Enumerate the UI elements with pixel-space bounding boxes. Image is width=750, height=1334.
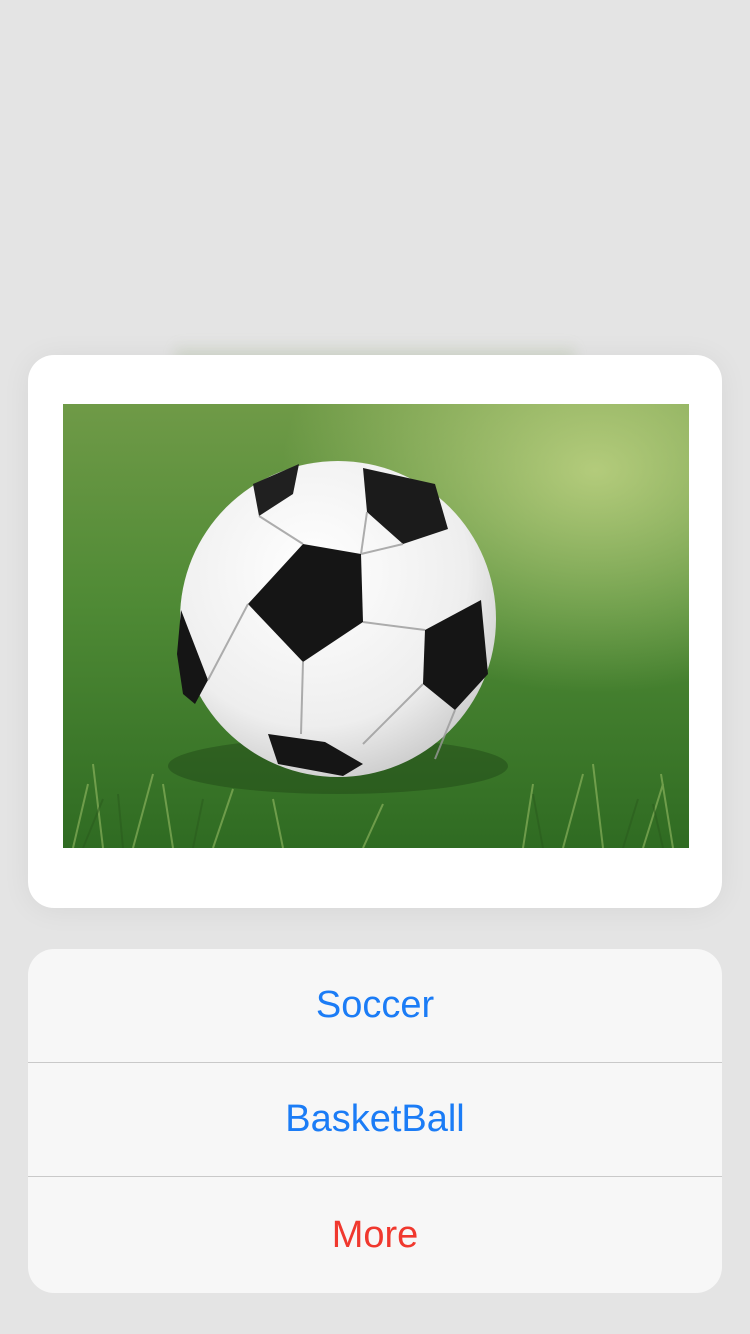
action-sheet: Soccer BasketBall More: [28, 949, 722, 1293]
screen: Soccer BasketBall More: [0, 0, 750, 1334]
action-soccer[interactable]: Soccer: [28, 949, 722, 1063]
soccer-ball-photo: [63, 404, 689, 848]
preview-card: [28, 355, 722, 908]
action-basketball[interactable]: BasketBall: [28, 1063, 722, 1177]
action-more[interactable]: More: [28, 1177, 722, 1293]
